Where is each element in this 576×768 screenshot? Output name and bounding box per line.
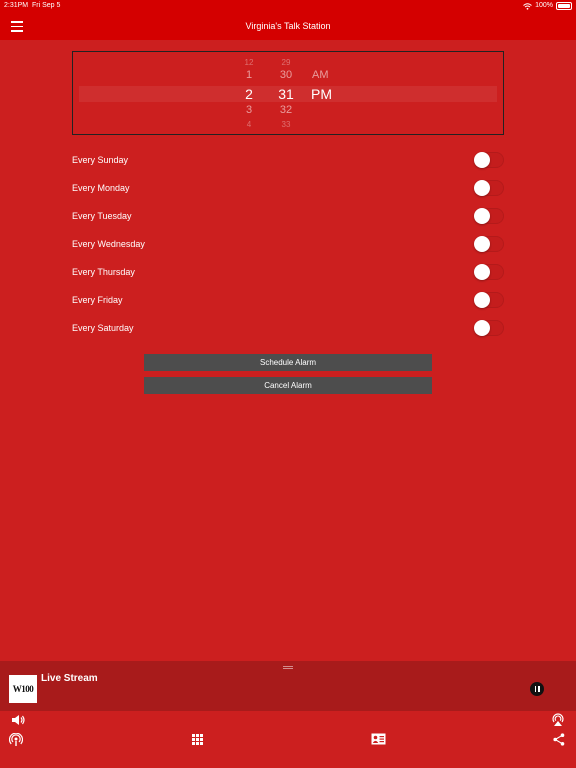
saturday-toggle[interactable] xyxy=(474,320,504,336)
status-time: 2:31PM xyxy=(4,2,29,9)
time-picker[interactable]: 12 1 2 3 4 29 30 31 32 33 AM PM xyxy=(72,51,504,135)
hour-option[interactable]: 4 xyxy=(229,120,269,129)
hour-selected[interactable]: 2 xyxy=(229,86,269,102)
day-label: Every Friday xyxy=(72,295,123,305)
share-icon[interactable] xyxy=(553,733,565,746)
toggle-knob xyxy=(474,236,490,252)
volume-icon[interactable] xyxy=(11,714,25,726)
day-row-tuesday: Every Tuesday xyxy=(72,206,504,226)
wifi-icon xyxy=(523,2,532,10)
battery-icon xyxy=(556,2,572,10)
grid-icon[interactable] xyxy=(192,734,203,745)
day-row-saturday: Every Saturday xyxy=(72,318,504,338)
day-label: Every Wednesday xyxy=(72,239,145,249)
tuesday-toggle[interactable] xyxy=(474,208,504,224)
drag-handle-icon[interactable] xyxy=(283,666,293,670)
toggle-knob xyxy=(474,264,490,280)
thursday-toggle[interactable] xyxy=(474,264,504,280)
day-label: Every Sunday xyxy=(72,155,129,165)
toggle-knob xyxy=(474,152,490,168)
hour-option[interactable]: 12 xyxy=(229,58,269,67)
podcast-icon[interactable] xyxy=(9,733,23,747)
page-title: Virginia's Talk Station xyxy=(245,21,331,31)
toggle-knob xyxy=(474,208,490,224)
mini-player[interactable]: W100 Live Stream xyxy=(0,661,576,711)
minute-selected[interactable]: 31 xyxy=(266,86,306,102)
toggle-knob xyxy=(474,292,490,308)
status-right: 100% xyxy=(523,0,572,12)
day-label: Every Tuesday xyxy=(72,211,132,221)
status-bar: 2:31PM Fri Sep 5 100% xyxy=(0,0,576,12)
hour-option[interactable]: 1 xyxy=(229,69,269,81)
toggle-knob xyxy=(474,180,490,196)
day-row-wednesday: Every Wednesday xyxy=(72,234,504,254)
period-selected[interactable]: PM xyxy=(311,86,351,102)
day-label: Every Thursday xyxy=(72,267,135,277)
wednesday-toggle[interactable] xyxy=(474,236,504,252)
bottom-toolbar xyxy=(0,711,576,768)
station-logo: W100 xyxy=(9,675,37,703)
day-label: Every Saturday xyxy=(72,323,134,333)
hour-option[interactable]: 3 xyxy=(229,104,269,116)
friday-toggle[interactable] xyxy=(474,292,504,308)
nav-bar: Virginia's Talk Station xyxy=(0,12,576,40)
period-option[interactable]: AM xyxy=(312,69,352,81)
cancel-alarm-button[interactable]: Cancel Alarm xyxy=(144,377,432,394)
day-row-sunday: Every Sunday xyxy=(72,150,504,170)
status-time-date: 2:31PM Fri Sep 5 xyxy=(4,0,60,12)
airplay-icon[interactable] xyxy=(551,713,565,727)
day-row-monday: Every Monday xyxy=(72,178,504,198)
minute-option[interactable]: 29 xyxy=(266,58,306,67)
day-row-friday: Every Friday xyxy=(72,290,504,310)
station-logo-text: W100 xyxy=(12,684,34,694)
contact-card-icon[interactable] xyxy=(371,733,386,745)
player-title: Live Stream xyxy=(41,673,98,684)
schedule-alarm-button[interactable]: Schedule Alarm xyxy=(144,354,432,371)
minute-option[interactable]: 33 xyxy=(266,120,306,129)
day-row-thursday: Every Thursday xyxy=(72,262,504,282)
minute-option[interactable]: 32 xyxy=(266,104,306,116)
minute-option[interactable]: 30 xyxy=(266,69,306,81)
battery-percent: 100% xyxy=(535,2,553,9)
status-date: Fri Sep 5 xyxy=(32,2,61,9)
sunday-toggle[interactable] xyxy=(474,152,504,168)
pause-button[interactable] xyxy=(530,682,544,696)
monday-toggle[interactable] xyxy=(474,180,504,196)
day-label: Every Monday xyxy=(72,183,130,193)
toggle-knob xyxy=(474,320,490,336)
